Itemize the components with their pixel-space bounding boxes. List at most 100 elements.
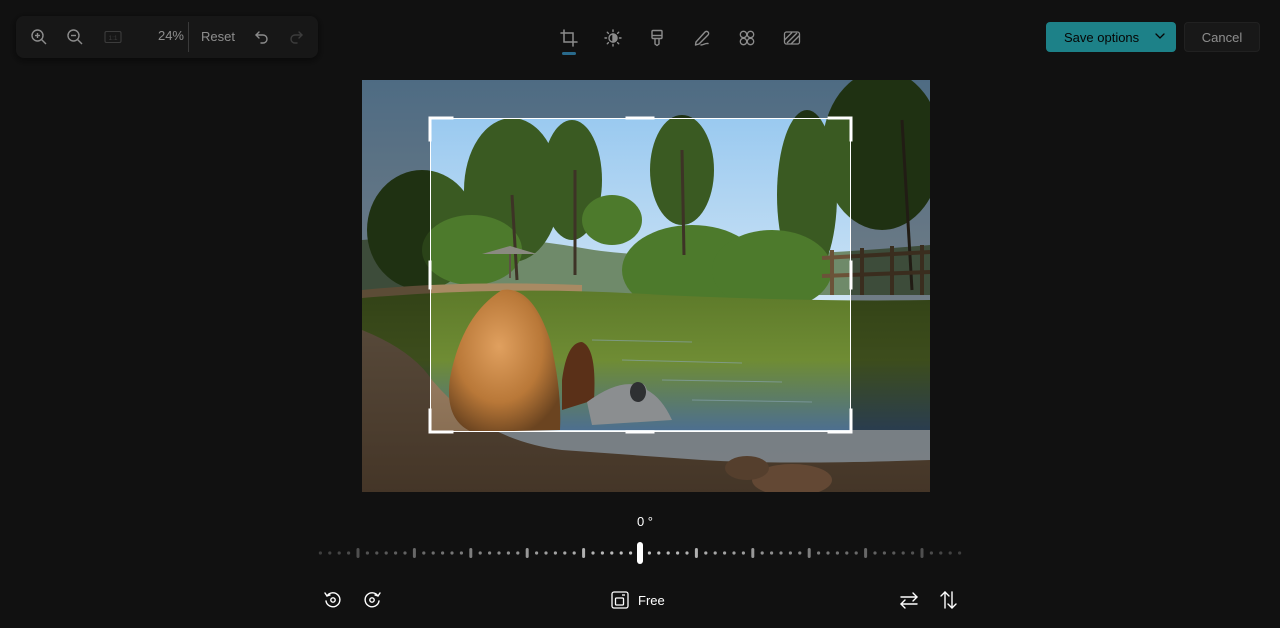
dial-tick — [751, 548, 755, 558]
aspect-ratio-icon — [610, 590, 630, 610]
active-tab-indicator — [562, 52, 576, 55]
dial-tick — [450, 551, 454, 555]
dial-tick — [873, 551, 877, 555]
tab-markup[interactable] — [686, 22, 718, 54]
dial-tick — [713, 551, 717, 555]
dial-tick — [817, 551, 821, 555]
dial-tick — [441, 551, 445, 555]
zoom-out-icon[interactable] — [60, 22, 90, 52]
dial-tick — [732, 551, 736, 555]
crop-frame[interactable] — [430, 118, 851, 432]
aspect-ratio-label: Free — [638, 592, 665, 608]
redo-icon[interactable] — [282, 22, 312, 52]
flip-vertical-button[interactable] — [934, 586, 962, 614]
dial-tick — [403, 551, 407, 555]
tab-crop[interactable] — [553, 22, 585, 54]
dial-tick — [553, 551, 557, 555]
dial-tick — [394, 551, 398, 555]
dial-tick — [647, 551, 651, 555]
rotation-dial[interactable] — [318, 540, 962, 566]
dial-tick — [911, 551, 915, 555]
toolbar-divider — [188, 22, 189, 52]
dial-tick — [347, 551, 351, 555]
chevron-down-icon[interactable] — [1154, 30, 1166, 42]
dial-tick — [535, 551, 539, 555]
dial-tick — [845, 551, 849, 555]
dial-tick — [723, 551, 727, 555]
dial-tick — [600, 551, 604, 555]
dial-tick — [375, 551, 379, 555]
background-icon — [783, 29, 801, 47]
dial-tick — [318, 551, 322, 555]
flip-horizontal-icon — [899, 590, 919, 610]
dial-tick — [591, 551, 595, 555]
dial-tick — [854, 551, 858, 555]
dial-tick — [525, 548, 529, 558]
undo-icon[interactable] — [246, 22, 276, 52]
dial-tick — [685, 551, 689, 555]
dial-tick — [901, 551, 905, 555]
dial-tick — [469, 548, 473, 558]
dial-tick — [506, 551, 510, 555]
flip-vertical-icon — [938, 590, 958, 610]
dial-tick — [770, 551, 774, 555]
retouch-icon — [738, 29, 756, 47]
dial-tick — [619, 551, 623, 555]
dial-tick — [488, 551, 492, 555]
dial-tick — [516, 551, 520, 555]
crop-icon — [560, 29, 578, 47]
dial-tick — [835, 551, 840, 555]
dial-tick — [544, 551, 548, 555]
tab-adjustment[interactable] — [597, 22, 629, 54]
cancel-button[interactable]: Cancel — [1184, 22, 1260, 52]
rotate-right-button[interactable] — [358, 586, 386, 614]
dial-tick — [864, 548, 868, 558]
dial-tick — [929, 551, 934, 555]
reset-button[interactable]: Reset — [196, 22, 240, 52]
zoom-in-icon[interactable] — [24, 22, 54, 52]
dial-tick — [741, 551, 745, 555]
filter-icon — [648, 29, 666, 47]
tab-retouch[interactable] — [731, 22, 763, 54]
dial-tick — [356, 548, 360, 558]
dial-tick — [478, 551, 482, 555]
dial-tick — [948, 551, 952, 555]
dial-tick — [798, 551, 802, 555]
dial-tick — [657, 551, 661, 555]
dial-tick — [666, 551, 670, 555]
dial-tick — [582, 548, 586, 558]
actual-size-label: 1:1 — [108, 35, 117, 42]
dial-tick — [431, 551, 435, 555]
dial-tick — [882, 551, 887, 555]
dial-tick — [958, 551, 962, 555]
aspect-ratio-button[interactable]: Free — [610, 586, 665, 614]
zoom-toolbar: 1:1 24% Reset — [16, 16, 318, 58]
dial-tick — [807, 548, 811, 558]
dial-tick — [610, 551, 614, 555]
dial-tick — [572, 551, 576, 555]
dial-tick — [328, 551, 332, 555]
dial-tick — [826, 551, 830, 555]
dial-tick — [788, 551, 792, 555]
rotation-thumb[interactable] — [637, 542, 643, 564]
rotate-right-icon — [362, 590, 382, 610]
tab-background[interactable] — [776, 22, 808, 54]
dial-tick — [497, 551, 501, 555]
dial-tick — [384, 551, 388, 555]
dial-tick — [422, 551, 426, 555]
dial-tick — [365, 551, 369, 555]
dial-tick — [779, 551, 783, 555]
dial-tick — [412, 548, 416, 558]
markup-pen-icon — [693, 29, 711, 47]
dial-tick — [629, 551, 633, 555]
tab-filter[interactable] — [641, 22, 673, 54]
dial-tick — [920, 548, 924, 558]
flip-horizontal-button[interactable] — [895, 586, 923, 614]
dial-tick — [459, 551, 463, 555]
dial-tick — [676, 551, 680, 555]
save-options-button[interactable]: Save options — [1046, 22, 1176, 52]
rotation-angle-label: 0 ° — [636, 514, 654, 529]
brightness-icon — [604, 29, 622, 47]
rotate-left-button[interactable] — [319, 586, 347, 614]
actual-size-icon[interactable]: 1:1 — [98, 22, 128, 52]
